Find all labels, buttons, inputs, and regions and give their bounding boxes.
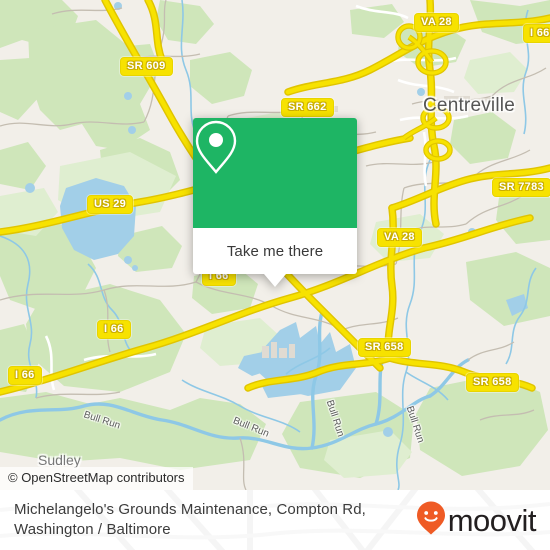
take-me-there-label: Take me there bbox=[226, 242, 324, 260]
road-shield[interactable]: SR 658 bbox=[358, 338, 411, 357]
road-shield[interactable]: VA 28 bbox=[377, 228, 422, 247]
moovit-wordmark: moovit bbox=[447, 502, 537, 538]
road-shield[interactable]: I 66 bbox=[97, 320, 131, 339]
road-shield[interactable]: SR 658 bbox=[466, 373, 519, 392]
road-shield[interactable]: SR 662 bbox=[281, 98, 334, 117]
moovit-brand-logo[interactable]: moovit bbox=[416, 500, 537, 541]
map-canvas[interactable]: SR 609 SR 662 VA 28 I 66 SR 7783 VA 28 U… bbox=[0, 0, 550, 490]
osm-attribution[interactable]: © OpenStreetMap contributors bbox=[0, 467, 193, 490]
road-shield[interactable]: SR 609 bbox=[120, 57, 173, 76]
road-shield[interactable]: SR 7783 bbox=[492, 178, 550, 197]
road-shield[interactable]: I 66 bbox=[8, 366, 42, 385]
place-label-centreville: Centreville bbox=[423, 95, 515, 116]
popup-image-area bbox=[193, 118, 357, 228]
footer-bar: Michelangelo's Grounds Maintenance, Comp… bbox=[0, 490, 550, 550]
popup-footer[interactable]: Take me there bbox=[193, 228, 357, 287]
popup-pointer-tail bbox=[264, 274, 286, 287]
place-title: Michelangelo's Grounds Maintenance, Comp… bbox=[14, 501, 366, 538]
road-shield[interactable]: I 66 bbox=[523, 24, 550, 43]
moovit-smiling-pin-icon bbox=[416, 500, 446, 541]
place-label-sudley: Sudley bbox=[38, 452, 81, 468]
moovit-map-screenshot: SR 609 SR 662 VA 28 I 66 SR 7783 VA 28 U… bbox=[0, 0, 550, 550]
road-shield[interactable]: VA 28 bbox=[414, 13, 459, 32]
road-shield[interactable]: US 29 bbox=[87, 195, 134, 214]
location-popup-card[interactable]: Take me there bbox=[193, 118, 357, 287]
